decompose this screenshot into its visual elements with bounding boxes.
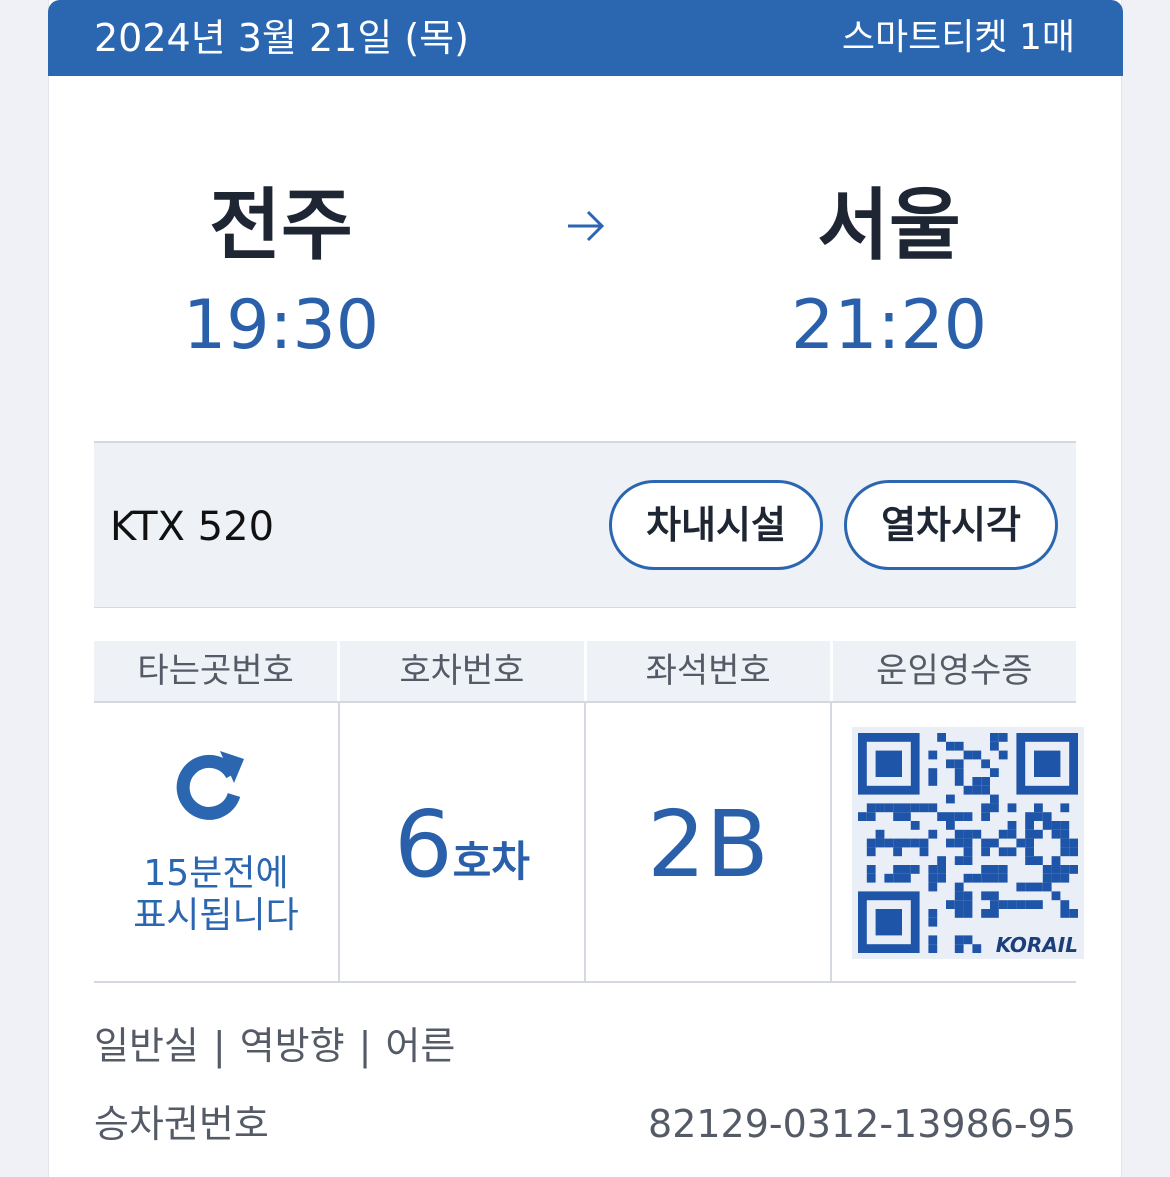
platform-cell[interactable]: 15분전에 표시됩니다 [94,703,340,981]
travel-date: 2024년 3월 21일 (목) [94,16,469,60]
car-cell: 6호차 [340,703,586,981]
ticket-count: 스마트티켓 1매 [841,17,1075,58]
timetable-button[interactable]: 열차시각 [844,480,1058,570]
departure: 전주 19:30 [131,178,431,366]
receipt-cell[interactable]: KORAIL [832,703,1084,981]
train-name: KTX 520 [110,504,275,550]
header-platform: 타는곳번호 [94,641,341,701]
header-car: 호차번호 [340,641,587,701]
seat-class: 일반실 [94,1024,199,1068]
ticket-number-label: 승차권번호 [94,1102,269,1146]
korail-logo: KORAIL [993,933,1080,957]
train-info-bar: KTX 520 차내시설 열차시각 [94,441,1076,608]
header-seat: 좌석번호 [587,641,833,701]
arrival-station: 서울 [817,181,961,271]
platform-note: 15분전에 표시됩니다 [94,853,338,937]
car-number-unit: 호차 [452,837,530,886]
receipt-qr[interactable]: KORAIL [852,727,1084,959]
ticket-number-row: 승차권번호 82129-0312-13986-95 [94,1100,1076,1148]
platform-note-line1: 15분전에 [143,853,289,894]
separator: | [212,1024,226,1068]
arrival: 서울 21:20 [739,178,1039,366]
ticket-header-bar: 2024년 3월 21일 (목) 스마트티켓 1매 [48,0,1123,76]
details-grid: 15분전에 표시됩니다 6호차 2B KORAIL [94,701,1084,983]
seat-info-line: 일반실 | 역방향 | 어른 [94,1022,455,1070]
seat-direction: 역방향 [239,1024,345,1068]
departure-station: 전주 [209,181,353,271]
smart-ticket: 2024년 3월 21일 (목) 스마트티켓 1매 전주 19:30 서울 21… [48,0,1123,1177]
car-number: 6호차 [340,795,584,895]
qr-code-icon [858,733,1078,953]
ticket-number: 82129-0312-13986-95 [648,1102,1076,1146]
arrival-time: 21:20 [791,286,987,365]
separator: | [358,1024,372,1068]
header-receipt: 운임영수증 [876,651,1033,691]
car-number-value: 6 [394,791,453,898]
seat-cell: 2B [586,703,832,981]
details-header: 타는곳번호 호차번호 좌석번호 운임영수증 [94,641,1076,701]
refresh-icon [176,751,244,820]
arrow-right-icon [568,210,605,242]
seat-number: 2B [647,791,769,898]
facilities-button[interactable]: 차내시설 [609,480,823,570]
platform-note-line2: 표시됩니다 [133,895,299,936]
departure-time: 19:30 [183,286,379,365]
passenger-type: 어른 [385,1024,456,1068]
